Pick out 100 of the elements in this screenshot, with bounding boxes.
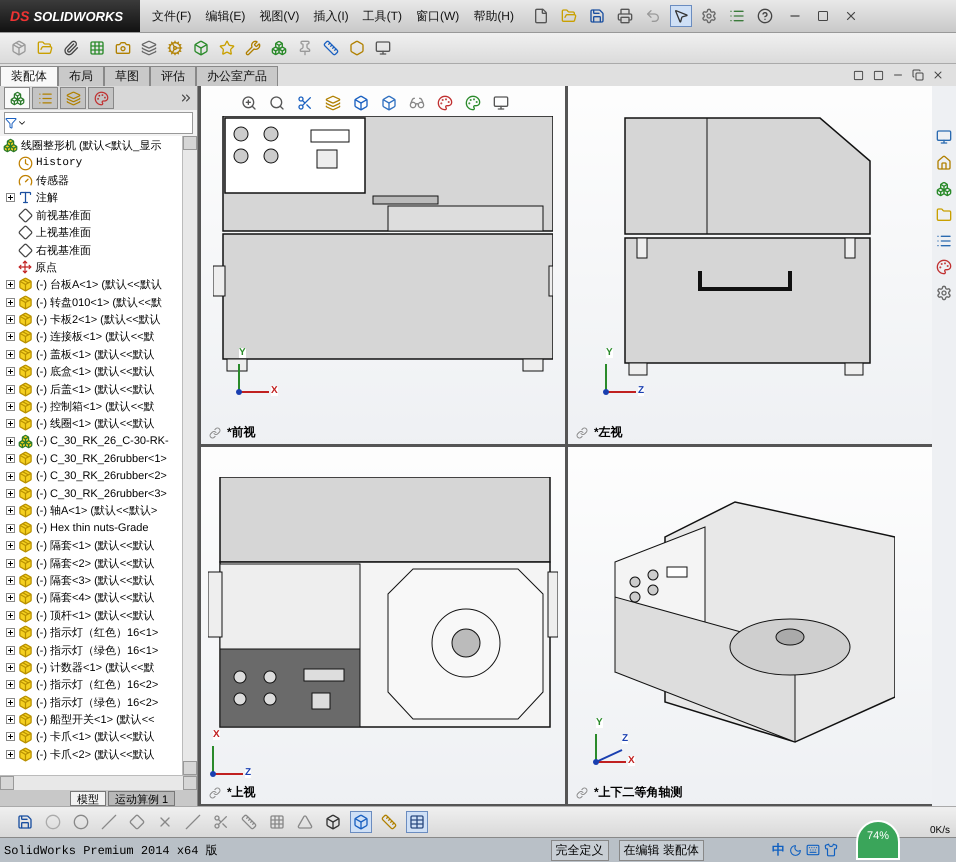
appearance-tab[interactable] [88, 87, 114, 109]
viewport[interactable]: Y X *前视 [201, 86, 565, 444]
expand-icon[interactable] [6, 367, 15, 376]
tree-item[interactable]: (-) 卡爪<1> (默认<<默认 [36, 729, 155, 744]
tree-item[interactable]: (-) 盖板<1> (默认<<默认 [36, 346, 155, 362]
tree-item[interactable]: (-) 隔套<3> (默认<<默认 [36, 572, 155, 588]
horizontal-scrollbar[interactable] [0, 775, 197, 790]
filter-field[interactable] [4, 112, 193, 134]
menu-item[interactable]: 帮助(H) [467, 4, 520, 28]
expand-icon[interactable] [6, 280, 15, 290]
command-tab[interactable]: 装配体 [0, 66, 58, 86]
tree-item[interactable]: 上视基准面 [36, 225, 91, 240]
menu-item[interactable]: 编辑(E) [199, 4, 252, 28]
tree-item[interactable]: (-) C_30_RK_26rubber<3> [36, 488, 167, 500]
keyboard-icon[interactable] [806, 843, 820, 857]
tree-item[interactable]: (-) 计数器<1> (默认<<默 [36, 660, 155, 675]
expand-icon[interactable] [6, 298, 15, 307]
menu-item[interactable]: 文件(F) [146, 4, 198, 28]
expand-icon[interactable] [6, 472, 15, 481]
menu-item[interactable]: 视图(V) [253, 4, 306, 28]
bottom-tab[interactable]: 模型 [70, 791, 106, 806]
tree-item[interactable]: 注解 [36, 190, 58, 206]
tree-item[interactable]: (-) C_30_RK_26rubber<2> [36, 470, 167, 482]
command-tab[interactable]: 布局 [58, 66, 104, 86]
expand-icon[interactable] [6, 350, 15, 359]
command-tab[interactable]: 评估 [150, 66, 196, 86]
feature-tree-tab[interactable] [4, 87, 30, 109]
tree-item[interactable]: (-) 指示灯（绿色）16<2> [36, 694, 158, 710]
expand-icon[interactable] [6, 489, 15, 498]
tree-item[interactable]: (-) 顶杆<1> (默认<<默认 [36, 608, 155, 623]
expand-icon[interactable] [6, 715, 15, 724]
expand-icon[interactable] [6, 662, 15, 672]
expand-icon[interactable] [6, 750, 15, 759]
expand-icon[interactable] [6, 332, 15, 342]
viewport[interactable]: Y Z X *上下二等角轴测 [568, 446, 932, 804]
expand-icon[interactable] [6, 541, 15, 550]
tree-item[interactable]: (-) 台板A<1> (默认<<默认 [36, 277, 162, 292]
tree-item[interactable]: (-) C_30_RK_26rubber<1> [36, 452, 167, 465]
expand-icon[interactable] [6, 419, 15, 428]
moon-icon[interactable] [789, 844, 802, 856]
menu-item[interactable]: 插入(I) [307, 4, 355, 28]
viewport[interactable]: Y Z *左视 [568, 86, 932, 444]
expand-icon[interactable] [6, 384, 15, 394]
tree-item[interactable]: (-) 线圈<1> (默认<<默认 [36, 416, 155, 432]
tree-item[interactable]: (-) 控制箱<1> (默认<<默 [36, 399, 155, 414]
expand-icon[interactable] [6, 506, 15, 516]
expand-icon[interactable] [6, 402, 15, 412]
paperclip-icon [63, 40, 79, 56]
shaded-cube-button[interactable] [350, 811, 372, 833]
expand-icon[interactable] [6, 558, 15, 568]
tree-item[interactable]: (-) 转盘010<1> (默认<<默 [36, 294, 162, 310]
menu-item[interactable]: 工具(T) [356, 4, 408, 28]
tree-item[interactable]: (-) 轴A<1> (默认<<默认> [36, 503, 158, 518]
expand-icon[interactable] [6, 680, 15, 690]
shirt-icon[interactable] [824, 843, 838, 857]
tree-item[interactable]: (-) 隔套<1> (默认<<默认 [36, 538, 155, 554]
tree-item[interactable]: 原点 [35, 260, 57, 275]
command-tab[interactable]: 办公室产品 [196, 66, 278, 86]
table-button[interactable] [406, 811, 428, 833]
select-pointer-button[interactable] [670, 5, 692, 27]
expand-icon[interactable] [6, 436, 15, 446]
expand-icon[interactable] [6, 732, 15, 742]
expand-icon[interactable] [6, 646, 15, 655]
expand-icon[interactable] [6, 610, 15, 620]
expand-icon[interactable] [6, 698, 15, 707]
part-icon [18, 538, 33, 554]
tree-item[interactable]: (-) 指示灯（红色）16<2> [36, 677, 158, 692]
bottom-tab[interactable]: 运动算例 1 [108, 791, 176, 806]
part-icon [18, 677, 33, 692]
vertical-scrollbar[interactable] [182, 136, 197, 775]
tree-item[interactable]: (-) C_30_RK_26_C-30-RK- [36, 435, 169, 448]
command-tab[interactable]: 草图 [104, 66, 150, 86]
expand-icon[interactable] [6, 576, 15, 585]
tree-item[interactable]: History [36, 157, 82, 170]
tree-item[interactable]: (-) Hex thin nuts-Grade [36, 522, 148, 534]
tree-item[interactable]: (-) 后盖<1> (默认<<默认 [36, 382, 155, 397]
tree-item[interactable]: (-) 隔套<2> (默认<<默认 [36, 556, 155, 571]
tree-item[interactable]: (-) 指示灯（红色）16<1> [36, 625, 158, 640]
camera-icon [115, 40, 131, 56]
tree-item[interactable]: 右视基准面 [36, 242, 91, 258]
expand-icon[interactable] [6, 524, 15, 533]
tree-item[interactable]: (-) 卡板2<1> (默认<<默认 [36, 312, 161, 328]
expand-icon[interactable] [6, 593, 15, 602]
tree-item[interactable]: (-) 隔套<4> (默认<<默认 [36, 590, 155, 606]
expand-icon[interactable] [6, 628, 15, 638]
expand-icon[interactable] [6, 193, 15, 202]
expand-icon[interactable] [6, 315, 15, 324]
part-icon [18, 468, 33, 484]
tree-item[interactable]: 前视基准面 [36, 208, 91, 223]
tree-item[interactable]: (-) 船型开关<1> (默认<< [36, 712, 155, 728]
tree-item[interactable]: (-) 连接板<1> (默认<<默 [36, 329, 155, 344]
tree-root-label[interactable]: 线圈整形机 (默认<默认_显示 [21, 138, 162, 154]
tree-item[interactable]: (-) 底盒<1> (默认<<默认 [36, 364, 155, 380]
menu-item[interactable]: 窗口(W) [410, 4, 466, 28]
tree-item[interactable]: (-) 指示灯（绿色）16<1> [36, 642, 158, 658]
viewport[interactable]: X Z *上视 [201, 446, 565, 804]
tree-item[interactable]: 传感器 [36, 172, 69, 188]
tree-item[interactable]: (-) 卡爪<2> (默认<<默认 [36, 746, 155, 762]
part-icon [18, 729, 33, 744]
expand-icon[interactable] [6, 454, 15, 464]
